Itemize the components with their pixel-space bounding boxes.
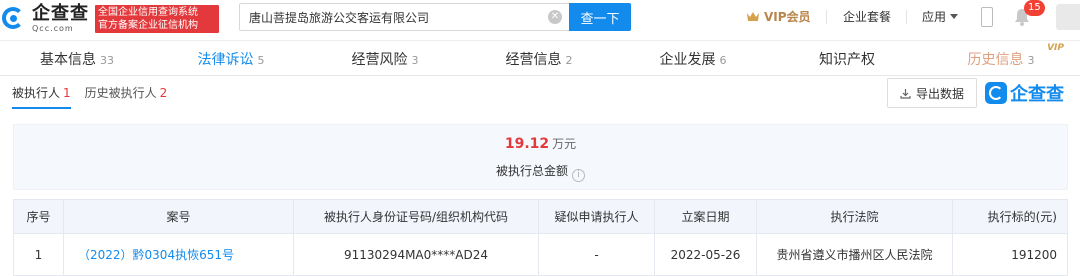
case-number-link[interactable]: （2022）黔0304执恢651号: [63, 233, 294, 276]
court: 贵州省遵义市播州区人民法院: [756, 233, 953, 276]
qcc-watermark-logo: 企查查: [985, 80, 1064, 106]
total-amount: 19.12: [504, 136, 550, 152]
avatar[interactable]: [1056, 4, 1080, 30]
top-header: 企查查 Qcc.com 全国企业信用查询系统 官方备案企业征信机构 唐山菩提岛旅…: [0, 0, 1080, 38]
qcc-logo[interactable]: 企查查 Qcc.com 全国企业信用查询系统 官方备案企业征信机构: [0, 4, 219, 34]
id-code: 91130294MA0****AD24: [293, 233, 539, 276]
amount-unit: 万元: [552, 137, 577, 151]
clear-search-icon[interactable]: ✕: [548, 10, 562, 24]
tab-history-info[interactable]: 历史信息 3 VIP: [924, 41, 1078, 77]
enterprise-package-link[interactable]: 企业套餐: [843, 8, 891, 25]
vip-tag: VIP: [1047, 43, 1064, 53]
crown-icon: [747, 12, 759, 21]
col-applicant: 疑似申请执行人: [538, 199, 655, 234]
subtab-history-executed-person[interactable]: 历史被执行人 2: [85, 84, 168, 109]
summary-panel: 19.12 万元 被执行总金额 i: [13, 124, 1068, 190]
vip-link[interactable]: VIP会员: [746, 8, 811, 25]
amount: 191200: [952, 233, 1068, 276]
tab-legal-litigation[interactable]: 法律诉讼 5: [154, 41, 308, 77]
download-icon: [900, 88, 911, 99]
logo-name: 企查查: [32, 3, 89, 24]
table-row: 1 （2022）黔0304执恢651号 91130294MA0****AD24 …: [13, 233, 1068, 276]
logo-domain: Qcc.com: [32, 24, 74, 33]
divider: [906, 10, 907, 24]
col-index: 序号: [13, 199, 64, 234]
divider: [826, 10, 827, 24]
executed-person-table: 序号 案号 被执行人身份证号码/组织机构代码 疑似申请执行人 立案日期 执行法院…: [13, 199, 1068, 276]
tab-business-risk[interactable]: 经营风险 3: [308, 41, 462, 77]
info-icon[interactable]: i: [572, 169, 585, 182]
table-header-row: 序号 案号 被执行人身份证号码/组织机构代码 疑似申请执行人 立案日期 执行法院…: [13, 199, 1068, 234]
applicant: -: [538, 233, 655, 276]
export-data-button[interactable]: 导出数据: [887, 78, 977, 108]
col-court: 执行法院: [756, 199, 953, 234]
apps-menu[interactable]: 应用: [922, 8, 959, 25]
tab-intellectual-property[interactable]: 知识产权: [770, 41, 924, 77]
search-button[interactable]: 查一下: [569, 3, 631, 31]
total-amount-label: 被执行总金额: [495, 164, 568, 178]
notification-badge: 15: [1024, 0, 1045, 16]
filing-date: 2022-05-26: [654, 233, 757, 276]
col-filing-date: 立案日期: [654, 199, 757, 234]
tab-development[interactable]: 企业发展 6: [616, 41, 770, 77]
mobile-icon[interactable]: [981, 7, 993, 27]
col-case-no: 案号: [63, 199, 294, 234]
chevron-down-icon: [950, 14, 959, 19]
tab-basic-info[interactable]: 基本信息 33: [0, 41, 154, 77]
tab-business-info[interactable]: 经营信息 2: [462, 41, 616, 77]
col-id-code: 被执行人身份证号码/组织机构代码: [293, 199, 539, 234]
sub-tabs: 被执行人 1 历史被执行人 2: [12, 84, 181, 109]
main-tabs: 基本信息 33 法律诉讼 5 经营风险 3 经营信息 2 企业发展 6 知识产权 历史信息…: [0, 40, 1080, 76]
row-index: 1: [13, 233, 64, 276]
logo-badge: 全国企业信用查询系统 官方备案企业征信机构: [95, 5, 219, 33]
subtab-executed-person[interactable]: 被执行人 1: [12, 84, 71, 109]
qcc-logo-icon: [985, 82, 1007, 104]
search-input[interactable]: 唐山菩提岛旅游公交客运有限公司: [239, 3, 569, 31]
qcc-logo-icon: [0, 5, 28, 33]
col-amount: 执行标的(元): [952, 199, 1068, 234]
